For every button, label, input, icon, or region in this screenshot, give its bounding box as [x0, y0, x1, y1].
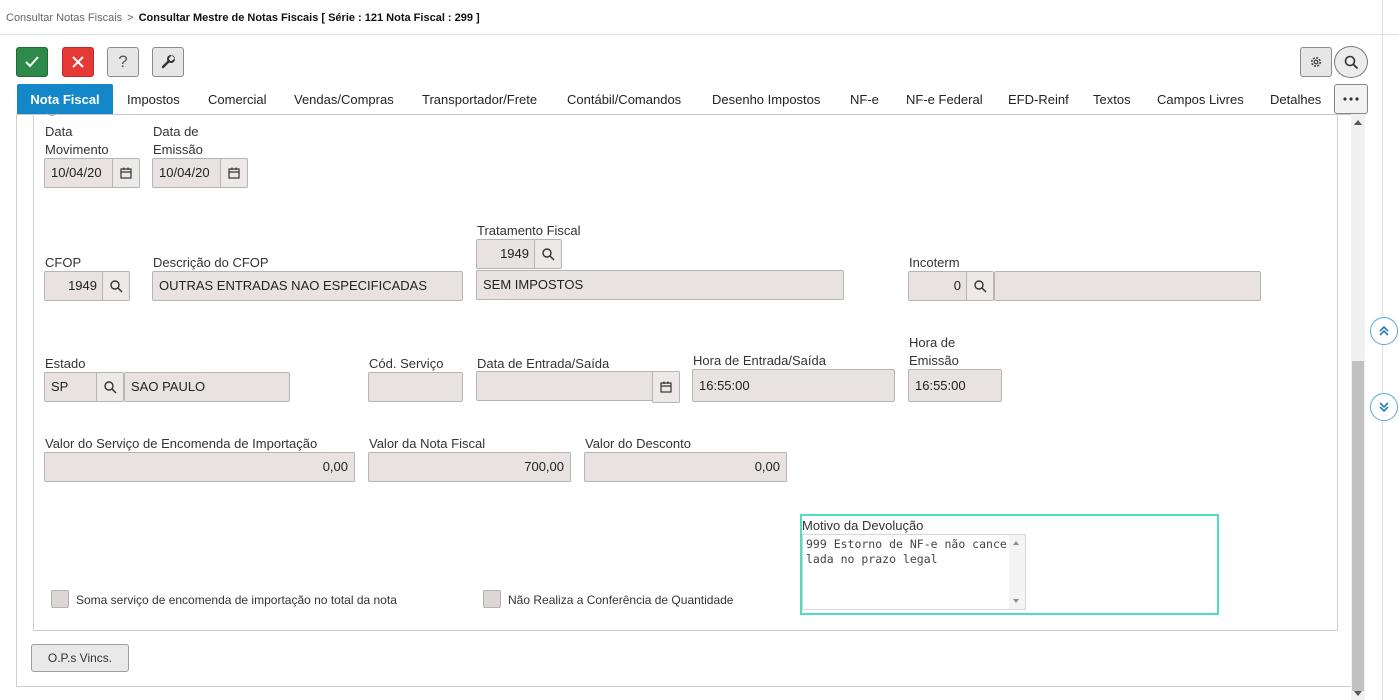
tab-desenho-impostos[interactable]: Desenho Impostos — [712, 84, 820, 114]
search-button[interactable] — [1334, 46, 1368, 78]
tratamento-fiscal-code-input[interactable]: 1949 — [476, 239, 536, 269]
valor-desconto-input[interactable]: 0,00 — [584, 452, 787, 482]
cfop-input[interactable]: 1949 — [44, 271, 104, 301]
tab-nota-fiscal[interactable]: Nota Fiscal — [17, 84, 113, 114]
cfop-search-button[interactable] — [102, 271, 130, 301]
data-movimento-label: Data Movimento — [45, 124, 109, 157]
tab-nfe-federal[interactable]: NF-e Federal — [906, 84, 983, 114]
textarea-scroll-down-icon[interactable] — [1013, 599, 1019, 603]
ops-vincs-button[interactable]: O.P.s Vincs. — [31, 644, 129, 672]
data-emissao-label: Data de Emissão — [153, 124, 203, 157]
close-icon — [72, 56, 84, 68]
calendar-icon — [660, 381, 672, 393]
tab-comercial[interactable]: Comercial — [208, 84, 267, 114]
calendar-icon — [120, 167, 132, 179]
gear-icon — [1311, 57, 1321, 67]
nao-realiza-conferencia-checkbox[interactable] — [483, 590, 501, 608]
descricao-cfop-input[interactable]: OUTRAS ENTRADAS NAO ESPECIFICADAS — [152, 271, 463, 301]
search-icon — [103, 380, 117, 394]
breadcrumb-parent[interactable]: Consultar Notas Fiscais — [6, 12, 122, 24]
tratamento-fiscal-label: Tratamento Fiscal — [477, 223, 581, 238]
nao-realiza-conferencia-label: Não Realiza a Conferência de Quantidade — [508, 593, 734, 607]
help-button[interactable]: ? — [107, 47, 139, 77]
valor-nota-fiscal-input[interactable]: 700,00 — [368, 452, 571, 482]
tab-transportador-frete[interactable]: Transportador/Frete — [422, 84, 537, 114]
tab-impostos[interactable]: Impostos — [127, 84, 180, 114]
scroll-up-arrow-icon[interactable] — [1354, 120, 1362, 125]
valor-desconto-label: Valor do Desconto — [585, 436, 691, 451]
tab-vendas-compras[interactable]: Vendas/Compras — [294, 84, 394, 114]
data-movimento-input[interactable]: 10/04/20 — [44, 158, 114, 188]
tab-contabil-comandos[interactable]: Contábil/Comandos — [567, 84, 681, 114]
confirm-button[interactable] — [16, 47, 48, 77]
search-icon — [1344, 55, 1358, 69]
calendar-icon — [228, 167, 240, 179]
tab-textos[interactable]: Textos — [1093, 84, 1131, 114]
search-icon — [109, 279, 123, 293]
search-icon — [973, 279, 987, 293]
breadcrumb-separator: > — [127, 12, 134, 24]
tratamento-fiscal-description[interactable]: SEM IMPOSTOS — [476, 270, 844, 300]
double-chevron-up-icon — [1379, 325, 1389, 336]
help-label: ? — [118, 52, 128, 71]
window-edge — [1382, 0, 1383, 700]
data-entrada-saida-input[interactable] — [476, 371, 655, 401]
estado-label: Estado — [45, 356, 86, 371]
incoterm-description-input[interactable] — [994, 271, 1261, 301]
textarea-scrollbar[interactable] — [1009, 535, 1025, 609]
descricao-cfop-label: Descrição do CFOP — [153, 255, 269, 270]
tab-efd-reinf[interactable]: EFD-Reinf — [1008, 84, 1069, 114]
estado-name-input[interactable]: SAO PAULO — [124, 372, 290, 402]
data-entrada-saida-calendar-button[interactable] — [652, 371, 680, 403]
cod-servico-label: Cód. Serviço — [369, 356, 444, 371]
cfop-label: CFOP — [45, 255, 82, 270]
textarea-scroll-up-icon[interactable] — [1013, 541, 1019, 545]
estado-search-button[interactable] — [96, 372, 124, 402]
tab-nfe[interactable]: NF-e — [850, 84, 879, 114]
tab-detalhes[interactable]: Detalhes — [1270, 84, 1321, 114]
scroll-top-button[interactable] — [1370, 317, 1398, 345]
tab-campos-livres[interactable]: Campos Livres — [1157, 84, 1244, 114]
valor-servico-encomenda-input[interactable]: 0,00 — [44, 452, 355, 482]
settings-button[interactable] — [1300, 47, 1332, 77]
data-emissao-input[interactable]: 10/04/20 — [152, 158, 222, 188]
incoterm-search-button[interactable] — [966, 271, 994, 301]
tools-button[interactable] — [152, 47, 184, 77]
header-divider — [0, 34, 1399, 35]
incoterm-label: Incoterm — [909, 255, 960, 270]
motivo-devolucao-label: Motivo da Devolução — [802, 518, 924, 533]
tratamento-fiscal-search-button[interactable] — [534, 239, 562, 269]
soma-servico-label: Soma serviço de encomenda de importação … — [76, 593, 397, 607]
data-emissao-calendar-button[interactable] — [220, 158, 248, 188]
valor-servico-encomenda-label: Valor do Serviço de Encomenda de Importa… — [45, 436, 318, 451]
cancel-button[interactable] — [62, 47, 94, 77]
hora-entrada-saida-label: Hora de Entrada/Saída — [693, 353, 826, 368]
hora-entrada-saida-input[interactable]: 16:55:00 — [692, 369, 895, 402]
data-movimento-calendar-button[interactable] — [112, 158, 140, 188]
estado-code-input[interactable]: SP — [44, 372, 98, 402]
search-icon — [541, 247, 555, 261]
breadcrumb: Consultar Notas Fiscais > Consultar Mestre… — [6, 12, 480, 24]
double-chevron-down-icon — [1379, 402, 1389, 413]
hora-emissao-label: Hora de Emissão — [909, 335, 959, 368]
breadcrumb-current: Consultar Mestre de Notas Fiscais [ Séri… — [138, 12, 480, 24]
valor-nota-fiscal-label: Valor da Nota Fiscal — [369, 436, 486, 451]
motivo-devolucao-textarea[interactable]: 999 Estorno de NF-e não cancelada no pra… — [802, 534, 1026, 610]
wrench-icon — [161, 55, 175, 69]
incoterm-input[interactable]: 0 — [908, 271, 968, 301]
scroll-down-arrow-icon[interactable] — [1354, 691, 1362, 696]
scroll-bottom-button[interactable] — [1370, 393, 1398, 421]
hora-emissao-input[interactable]: 16:55:00 — [908, 369, 1002, 402]
cod-servico-input[interactable] — [368, 372, 463, 402]
more-icon — [1343, 97, 1359, 101]
more-tabs-button[interactable] — [1334, 84, 1368, 114]
soma-servico-checkbox[interactable] — [51, 590, 69, 608]
check-icon — [25, 56, 39, 68]
scrollbar-thumb[interactable] — [1352, 361, 1364, 691]
tab-bar: Nota Fiscal Impostos Comercial Vendas/Co… — [16, 84, 1368, 114]
